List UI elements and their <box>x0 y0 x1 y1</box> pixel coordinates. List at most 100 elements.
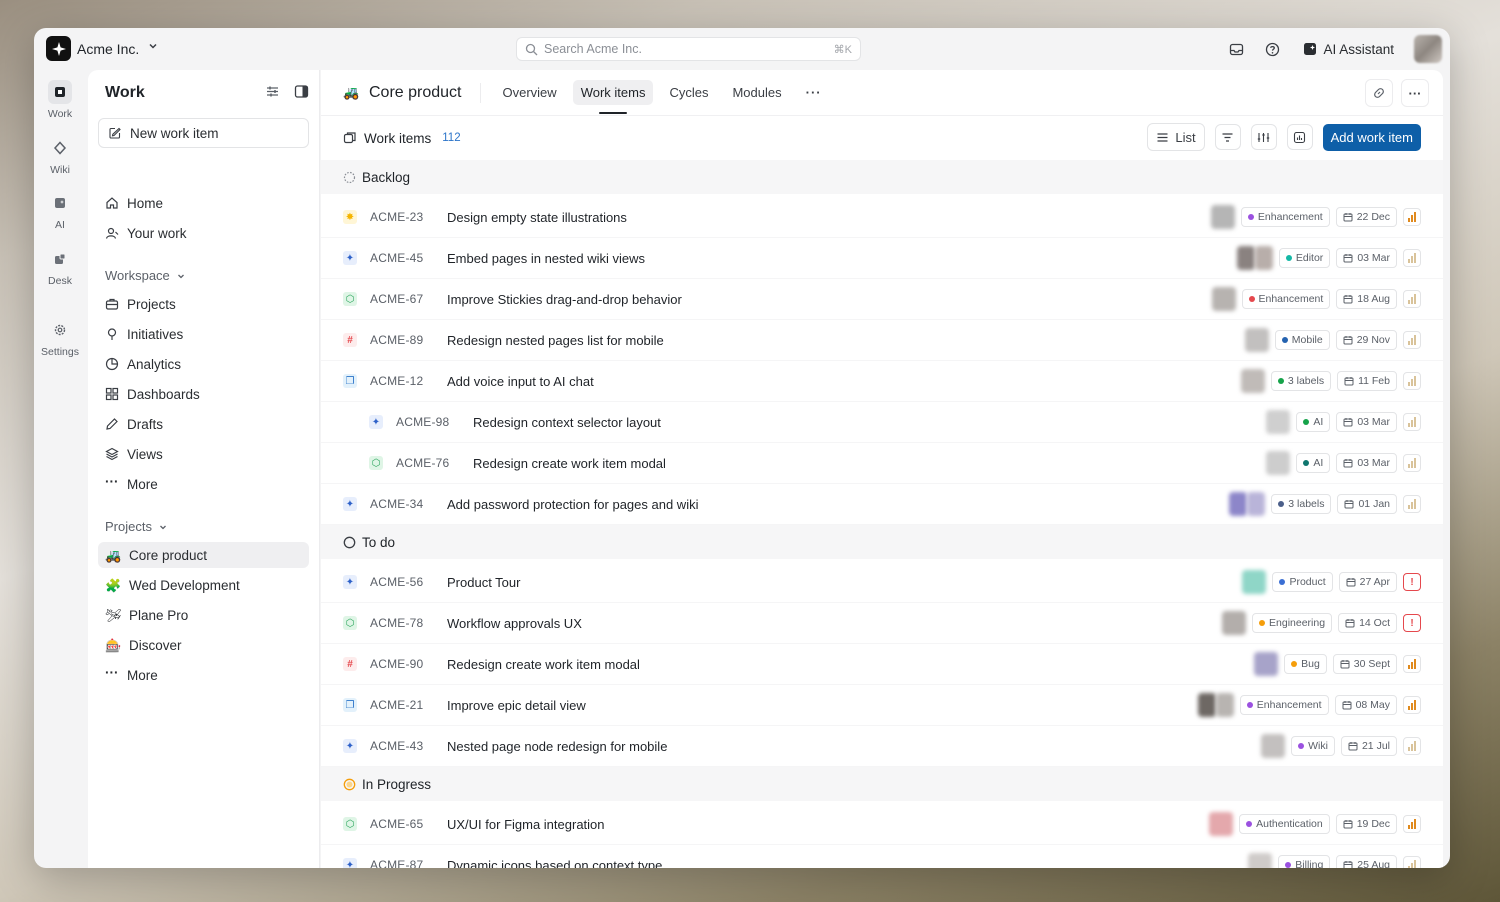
due-date-chip[interactable]: 21 Jul <box>1340 736 1397 756</box>
due-date-chip[interactable]: 30 Sept <box>1332 654 1397 674</box>
sidebar-item-views[interactable]: Views <box>98 441 309 467</box>
priority-high-icon[interactable] <box>1403 696 1421 714</box>
sidebar-item-dashboards[interactable]: Dashboards <box>98 381 309 407</box>
table-row[interactable]: ⬡ ACME-67 Improve Stickies drag-and-drop b… <box>321 279 1443 320</box>
add-work-item-button[interactable]: Add work item <box>1322 123 1421 151</box>
due-date-chip[interactable]: 03 Mar <box>1336 248 1397 268</box>
table-row[interactable]: ✸ ACME-23 Design empty state illustrations… <box>321 197 1443 238</box>
rail-item-work[interactable]: Work <box>34 80 86 120</box>
work-item-title[interactable]: Redesign create work item modal <box>473 456 666 471</box>
sidebar-section-workspace[interactable]: Workspace <box>105 268 186 283</box>
work-item-title[interactable]: Improve epic detail view <box>447 698 586 713</box>
table-row[interactable]: ❐ ACME-12 Add voice input to AI chat 3 labe… <box>321 361 1443 402</box>
group-header[interactable]: In Progress <box>321 767 1443 801</box>
label-chip[interactable]: Product <box>1272 572 1333 592</box>
label-chip[interactable]: Engineering <box>1252 613 1333 633</box>
due-date-chip[interactable]: 29 Nov <box>1335 330 1397 350</box>
table-row[interactable]: ✦ ACME-87 Dynamic icons based on context t… <box>321 845 1443 868</box>
sidebar-item-initiatives[interactable]: Initiatives <box>98 321 309 347</box>
label-chip[interactable]: Bug <box>1284 654 1327 674</box>
due-date-chip[interactable]: 01 Jan <box>1337 494 1397 514</box>
work-item-title[interactable]: Redesign create work item modal <box>447 657 640 672</box>
display-button[interactable] <box>1250 124 1277 150</box>
label-chip[interactable]: 3 labels <box>1271 494 1332 514</box>
workspace-name[interactable]: Acme Inc. <box>77 41 139 57</box>
work-item-title[interactable]: Product Tour <box>447 575 520 590</box>
label-chip[interactable]: Wiki <box>1291 736 1335 756</box>
sidebar-project-discover[interactable]: 🎰 Discover <box>98 632 309 658</box>
sidebar-item-home[interactable]: Home <box>98 190 309 216</box>
priority-high-icon[interactable] <box>1403 208 1421 226</box>
tab-cycles[interactable]: Cycles <box>661 80 716 105</box>
table-row[interactable]: ✦ ACME-98 Redesign context selector layout… <box>321 402 1443 443</box>
priority-low-icon[interactable] <box>1403 331 1421 349</box>
priority-low-icon[interactable] <box>1403 413 1421 431</box>
workspace-logo[interactable] <box>46 36 71 61</box>
priority-low-icon[interactable] <box>1403 290 1421 308</box>
due-date-chip[interactable]: 18 Aug <box>1336 289 1397 309</box>
work-item-title[interactable]: Workflow approvals UX <box>447 616 582 631</box>
assignee-avatar[interactable] <box>1266 410 1291 434</box>
assignee-avatar[interactable] <box>1222 611 1247 635</box>
work-item-title[interactable]: Design empty state illustrations <box>447 210 627 225</box>
tab-modules[interactable]: Modules <box>724 80 789 105</box>
table-row[interactable]: ❐ ACME-21 Improve epic detail view Enhancem… <box>321 685 1443 726</box>
priority-low-icon[interactable] <box>1403 372 1421 390</box>
table-row[interactable]: ⬡ ACME-65 UX/UI for Figma integration Authe… <box>321 804 1443 845</box>
assignee-avatar[interactable] <box>1254 652 1279 676</box>
label-chip[interactable]: Enhancement <box>1240 207 1330 227</box>
assignee-avatar[interactable] <box>1261 734 1286 758</box>
tabs-more-button[interactable]: ··· <box>798 80 830 105</box>
sidebar-item-analytics[interactable]: Analytics <box>98 351 309 377</box>
assignee-avatar[interactable] <box>1229 492 1248 516</box>
priority-low-icon[interactable] <box>1403 454 1421 472</box>
header-more-button[interactable]: ··· <box>1401 79 1429 107</box>
filter-button[interactable] <box>1214 124 1241 150</box>
copy-link-button[interactable] <box>1365 79 1393 107</box>
priority-high-icon[interactable] <box>1403 655 1421 673</box>
label-chip[interactable]: Enhancement <box>1239 695 1329 715</box>
assignee-avatar[interactable] <box>1209 812 1234 836</box>
work-item-title[interactable]: UX/UI for Figma integration <box>447 817 605 832</box>
work-item-title[interactable]: Redesign nested pages list for mobile <box>447 333 664 348</box>
due-date-chip[interactable]: 22 Dec <box>1335 207 1397 227</box>
rail-item-wiki[interactable]: Wiki <box>34 136 86 176</box>
work-item-title[interactable]: Add voice input to AI chat <box>447 374 594 389</box>
priority-urgent-icon[interactable]: ! <box>1403 573 1421 591</box>
assignee-avatar[interactable] <box>1244 328 1269 352</box>
sidebar-project-core-product[interactable]: 🚜 Core product <box>98 542 309 568</box>
layout-list-button[interactable]: List <box>1147 123 1205 151</box>
table-row[interactable]: ⬡ ACME-78 Workflow approvals UX Engineering… <box>321 603 1443 644</box>
label-chip[interactable]: Billing <box>1278 855 1331 868</box>
table-row[interactable]: # ACME-89 Redesign nested pages list for m… <box>321 320 1443 361</box>
sidebar-item-your-work[interactable]: Your work <box>98 220 309 246</box>
sidebar-section-projects[interactable]: Projects <box>105 519 168 534</box>
table-row[interactable]: ✦ ACME-43 Nested page node redesign for mo… <box>321 726 1443 767</box>
work-item-title[interactable]: Embed pages in nested wiki views <box>447 251 645 266</box>
work-item-title[interactable]: Dynamic icons based on context type <box>447 858 662 869</box>
table-row[interactable]: ✦ ACME-34 Add password protection for page… <box>321 484 1443 525</box>
work-item-title[interactable]: Nested page node redesign for mobile <box>447 739 667 754</box>
assignee-avatar[interactable] <box>1236 246 1255 270</box>
work-item-title[interactable]: Redesign context selector layout <box>473 415 661 430</box>
sidebar-item-projects[interactable]: Projects <box>98 291 309 317</box>
work-item-title[interactable]: Improve Stickies drag-and-drop behavior <box>447 292 682 307</box>
assignee-avatar[interactable] <box>1197 693 1216 717</box>
sliders-icon[interactable] <box>265 84 280 99</box>
due-date-chip[interactable]: 11 Feb <box>1337 371 1397 391</box>
table-row[interactable]: ✦ ACME-45 Embed pages in nested wiki views… <box>321 238 1443 279</box>
sidebar-project-plane-pro[interactable]: 🛩 Plane Pro <box>98 602 309 628</box>
assignee-avatar[interactable] <box>1211 287 1236 311</box>
due-date-chip[interactable]: 03 Mar <box>1336 453 1397 473</box>
rail-item-settings[interactable]: Settings <box>34 318 86 358</box>
assignee-avatar[interactable] <box>1215 693 1234 717</box>
priority-low-icon[interactable] <box>1403 249 1421 267</box>
due-date-chip[interactable]: 14 Oct <box>1338 613 1397 633</box>
assignee-avatar[interactable] <box>1240 369 1265 393</box>
table-row[interactable]: ✦ ACME-56 Product Tour Product 27 Apr! <box>321 562 1443 603</box>
sidebar-project-wed-development[interactable]: 🧩 Wed Development <box>98 572 309 598</box>
work-item-title[interactable]: Add password protection for pages and wi… <box>447 497 698 512</box>
project-title[interactable]: 🚜 Core product <box>343 82 481 103</box>
tab-work-items[interactable]: Work items <box>572 80 654 114</box>
sidebar-item-drafts[interactable]: Drafts <box>98 411 309 437</box>
